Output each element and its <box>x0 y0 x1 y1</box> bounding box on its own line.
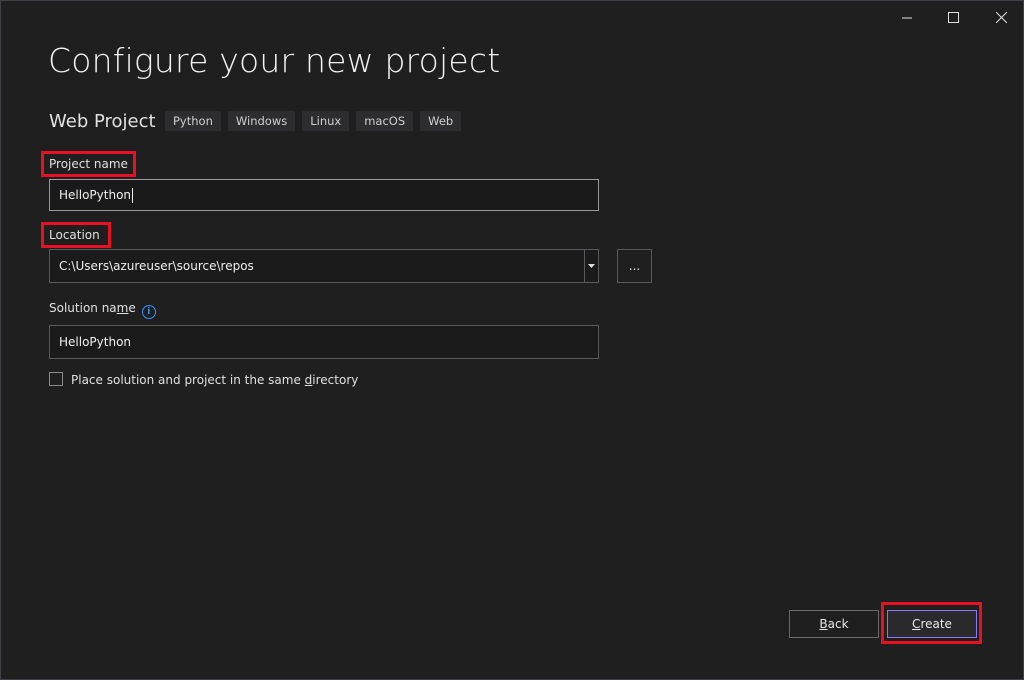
text-caret <box>132 187 134 203</box>
solution-name-label: Solution name i <box>49 301 156 319</box>
create-label-accel: C <box>912 617 921 631</box>
location-label-wrapper: Location <box>41 222 111 248</box>
back-label-accel: B <box>819 617 828 631</box>
close-icon <box>995 11 1007 23</box>
maximize-icon <box>947 11 959 23</box>
location-value: C:\Users\azureuser\source\repos <box>59 259 254 273</box>
tag-windows: Windows <box>227 111 296 131</box>
project-name-value: HelloPython <box>59 188 132 202</box>
project-name-label: Project name <box>41 151 136 177</box>
project-name-label-wrapper: Project name <box>41 151 136 177</box>
solution-name-label-accel: m <box>116 301 129 315</box>
minimize-icon <box>901 17 912 18</box>
same-directory-checkbox[interactable] <box>49 372 63 386</box>
project-name-input[interactable]: HelloPython <box>49 179 599 211</box>
solution-name-label-post: e <box>128 301 136 315</box>
tag-web: Web <box>420 111 462 131</box>
tag-python: Python <box>165 111 221 131</box>
browse-button[interactable]: ... <box>617 249 652 283</box>
maximize-button[interactable] <box>931 5 975 29</box>
create-label-rest: reate <box>920 617 952 631</box>
location-label: Location <box>41 222 111 248</box>
template-tags: Python Windows Linux macOS Web <box>165 111 462 131</box>
back-label-rest: ack <box>827 617 849 631</box>
minimize-button[interactable] <box>885 5 929 29</box>
same-directory-label[interactable]: Place solution and project in the same d… <box>71 373 358 387</box>
info-icon[interactable]: i <box>141 305 156 319</box>
same-directory-label-pre: Place solution and project in the same <box>71 373 305 387</box>
location-combobox[interactable]: C:\Users\azureuser\source\repos <box>49 249 599 283</box>
create-button[interactable]: Create <box>887 610 977 638</box>
location-dropdown-button[interactable] <box>584 250 598 282</box>
tag-linux: Linux <box>302 111 350 131</box>
template-name: Web Project <box>49 111 156 132</box>
same-directory-label-post: irectory <box>312 373 359 387</box>
dialog-window: Configure your new project Web Project P… <box>0 0 1024 680</box>
chevron-down-icon <box>588 264 595 268</box>
close-button[interactable] <box>979 5 1023 29</box>
solution-name-label-pre: Solution na <box>49 301 117 315</box>
back-button[interactable]: Back <box>789 610 879 638</box>
tag-macos: macOS <box>356 111 414 131</box>
solution-name-input[interactable]: HelloPython <box>49 325 599 359</box>
page-title: Configure your new project <box>48 41 501 80</box>
solution-name-value: HelloPython <box>59 335 132 349</box>
